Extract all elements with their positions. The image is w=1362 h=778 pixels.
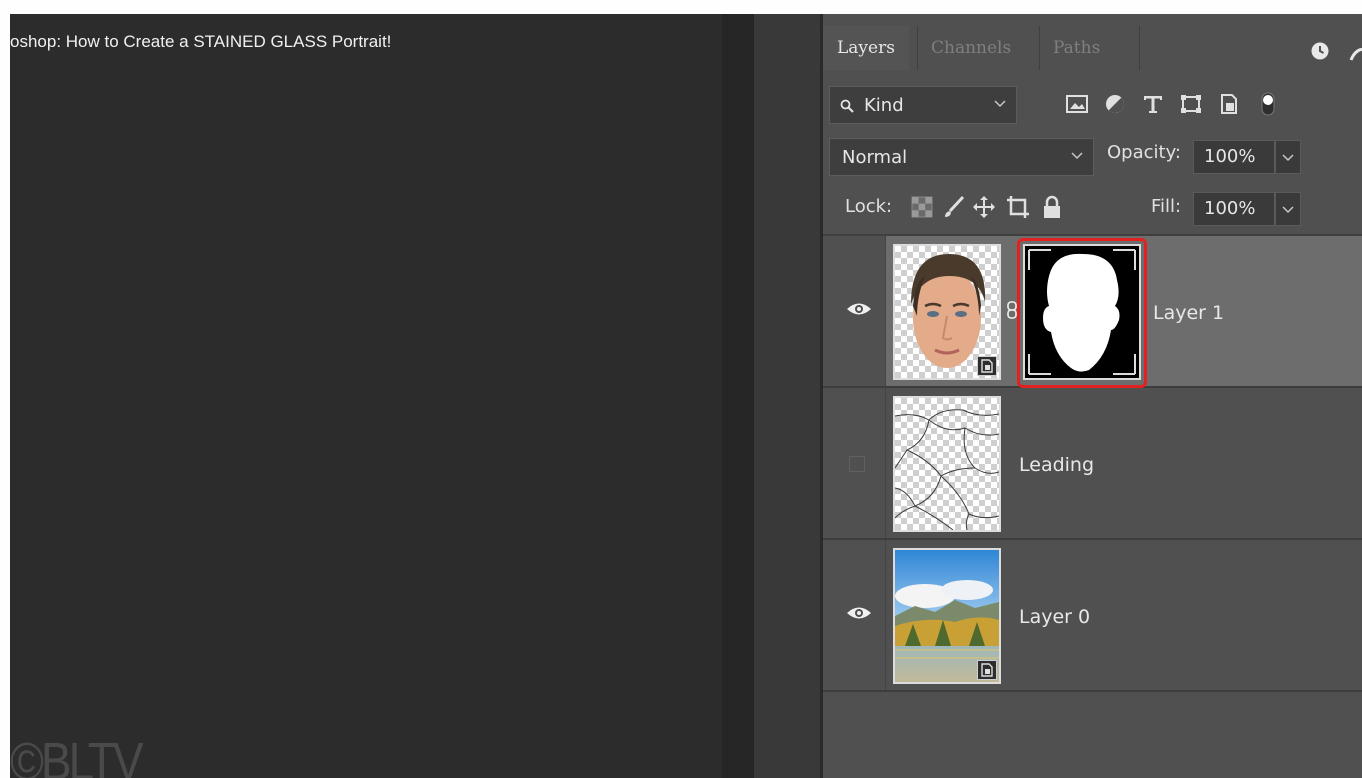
leading-lines-image (895, 409, 999, 530)
search-icon (840, 99, 854, 113)
filter-kind-dropdown[interactable]: Kind (829, 86, 1017, 124)
visibility-toggle-empty[interactable] (849, 456, 865, 472)
opacity-dropdown-button[interactable] (1275, 140, 1301, 174)
tab-layers[interactable]: Layers (823, 26, 909, 70)
visibility-column (823, 236, 886, 386)
layer-name[interactable]: Leading (1019, 454, 1094, 476)
lock-position-icon[interactable] (971, 194, 997, 220)
filter-toggle-icon[interactable] (1259, 92, 1277, 116)
image-filter-icon[interactable] (1065, 92, 1089, 116)
lock-artboard-icon[interactable] (1005, 194, 1031, 220)
layer-thumbnail-leading[interactable] (893, 396, 1001, 532)
lock-transparent-pixels-icon[interactable] (909, 194, 935, 220)
video-frame: oshop: How to Create a STAINED GLASS Por… (10, 14, 1362, 778)
chevron-down-icon (994, 100, 1006, 108)
layers-panel: Layers Channels Paths Kind Normal Opacit… (823, 14, 1362, 778)
layer-name[interactable]: Layer 1 (1153, 302, 1224, 324)
opacity-input[interactable]: 100% (1193, 140, 1275, 174)
chevron-down-icon (1282, 206, 1294, 214)
type-filter-icon[interactable] (1141, 92, 1165, 116)
brush-preset-icon[interactable] (1349, 48, 1362, 62)
fill-dropdown-button[interactable] (1275, 192, 1301, 226)
lock-image-pixels-icon[interactable] (941, 194, 967, 220)
tab-channels[interactable]: Channels (917, 26, 1025, 70)
adjustment-filter-icon[interactable] (1103, 92, 1127, 116)
video-canvas-area: oshop: How to Create a STAINED GLASS Por… (10, 14, 722, 778)
filter-kind-label: Kind (864, 95, 904, 116)
panel-tabs: Layers Channels Paths (823, 26, 1362, 70)
layer-thumbnail-portrait[interactable] (893, 244, 1001, 380)
layer-name[interactable]: Layer 0 (1019, 606, 1090, 628)
channel-watermark: ©BLTV (10, 731, 144, 778)
history-clock-icon[interactable] (1311, 42, 1329, 60)
fill-label: Fill: (1151, 196, 1182, 217)
chevron-down-icon (1071, 152, 1083, 160)
eye-visibility-icon[interactable] (845, 604, 873, 622)
workspace-gutter (722, 14, 754, 778)
opacity-label: Opacity: (1107, 142, 1181, 163)
collapsed-panel-strip (754, 14, 820, 778)
visibility-column (823, 540, 886, 690)
fill-input[interactable]: 100% (1193, 192, 1275, 226)
video-title: oshop: How to Create a STAINED GLASS Por… (10, 32, 392, 51)
lock-label: Lock: (845, 196, 893, 217)
smart-object-filter-icon[interactable] (1217, 92, 1241, 116)
smart-object-badge-icon (977, 356, 997, 376)
lock-all-icon[interactable] (1039, 194, 1065, 220)
layer-thumbnail-landscape[interactable] (893, 548, 1001, 684)
blend-mode-value: Normal (842, 147, 908, 168)
mask-highlight-annotation (1017, 238, 1147, 388)
layer-row-layer-1[interactable]: Layer 1 (823, 236, 1362, 388)
visibility-column (823, 388, 886, 538)
tab-separator (1139, 26, 1140, 70)
smart-object-badge-icon (977, 660, 997, 680)
tab-paths[interactable]: Paths (1039, 26, 1114, 70)
layer-row-leading[interactable]: Leading (823, 388, 1362, 540)
blend-mode-dropdown[interactable]: Normal (829, 138, 1094, 176)
layer-row-layer-0[interactable]: Layer 0 (823, 540, 1362, 692)
layers-empty-area (823, 694, 1362, 778)
eye-visibility-icon[interactable] (845, 300, 873, 318)
shape-filter-icon[interactable] (1179, 92, 1203, 116)
chevron-down-icon (1282, 154, 1294, 162)
